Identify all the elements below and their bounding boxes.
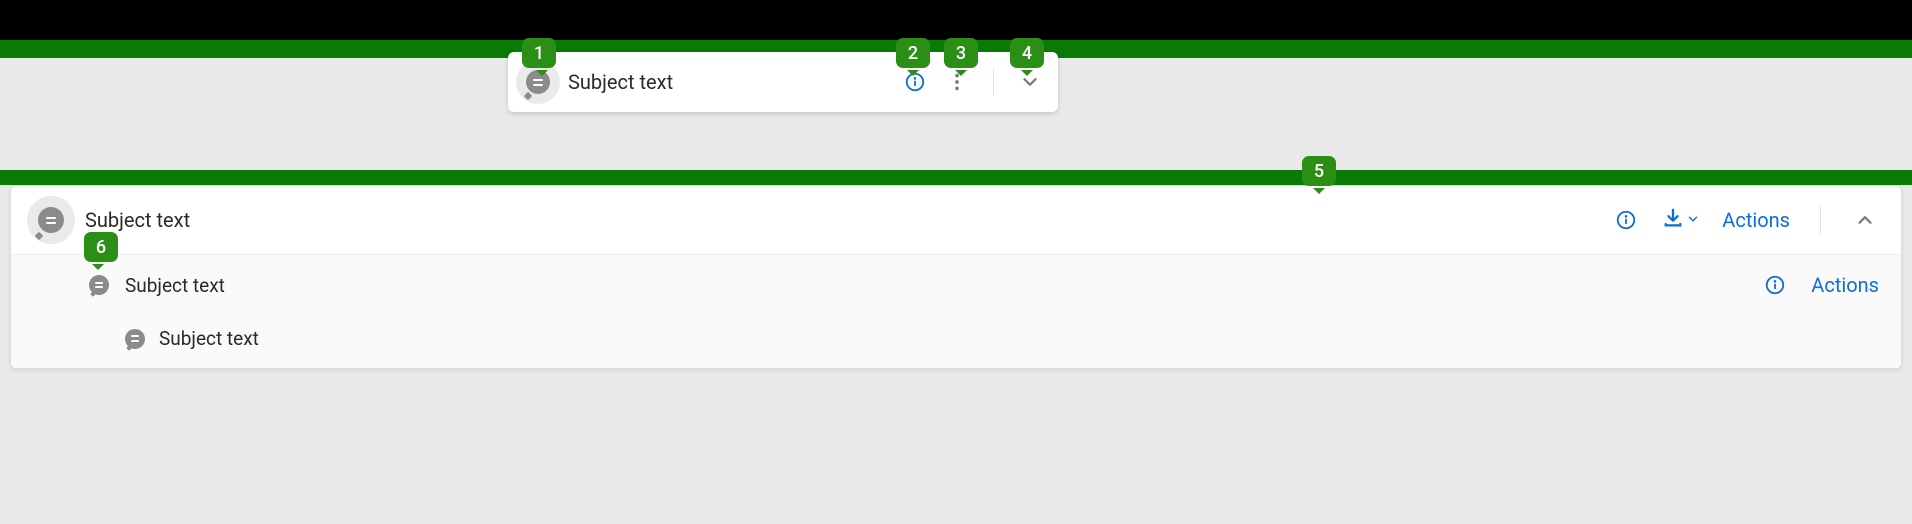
message-equals-icon [89, 275, 109, 295]
chevron-down-icon [1686, 211, 1700, 230]
message-equals-icon [125, 329, 145, 349]
divider [1820, 206, 1821, 234]
expanded-section: 5 Subject text Actions 6 [0, 170, 1912, 369]
nested-subject: Subject text [159, 327, 1879, 350]
header-subject: Subject text [85, 208, 1596, 232]
actions-link[interactable]: Actions [1811, 273, 1879, 297]
info-icon[interactable] [1612, 206, 1640, 234]
child-row: Subject text Actions [11, 254, 1901, 315]
callout-marker-3: 3 [944, 38, 978, 68]
download-menu[interactable] [1662, 207, 1700, 233]
chevron-up-icon[interactable] [1851, 206, 1879, 234]
black-strip [0, 0, 1912, 40]
expanded-panel: Subject text Actions 6 Subject text [10, 185, 1902, 369]
green-strip: 1 2 3 4 [0, 40, 1912, 58]
child-subject: Subject text [125, 274, 1745, 297]
compact-card-area: Subject text [0, 58, 1912, 130]
message-equals-icon [33, 202, 69, 238]
callout-marker-5: 5 [1302, 156, 1336, 186]
callout-marker-2: 2 [896, 38, 930, 68]
nested-row: Subject text [11, 315, 1901, 368]
info-icon[interactable] [1761, 271, 1789, 299]
download-icon [1662, 207, 1684, 233]
spacer [0, 130, 1912, 170]
callout-marker-4: 4 [1010, 38, 1044, 68]
green-strip: 5 [0, 170, 1912, 185]
callout-marker-1: 1 [522, 38, 556, 68]
divider [993, 68, 994, 96]
callout-marker-6: 6 [84, 232, 118, 262]
panel-header-row: Subject text Actions [11, 186, 1901, 254]
actions-link[interactable]: Actions [1722, 208, 1790, 232]
compact-subject: Subject text [568, 70, 887, 94]
